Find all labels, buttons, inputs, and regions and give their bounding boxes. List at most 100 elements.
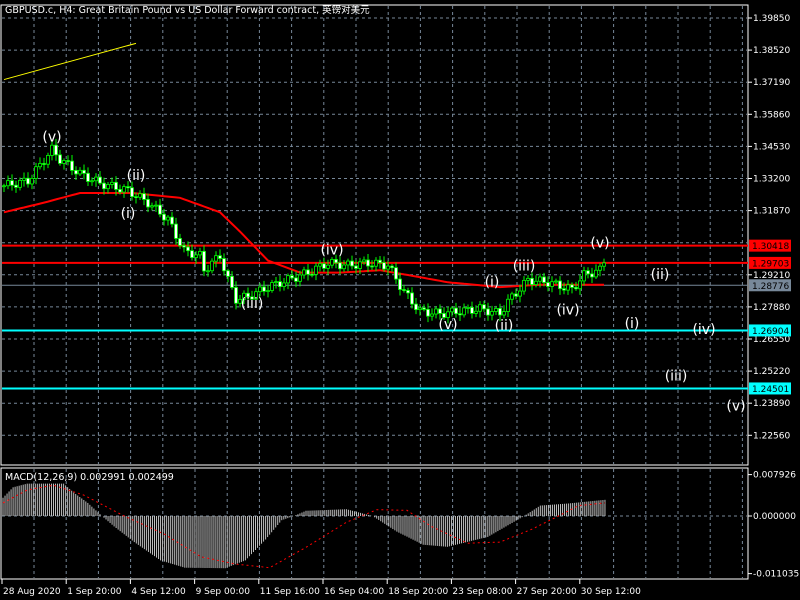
candle-body <box>114 181 118 190</box>
candle-body <box>482 304 486 310</box>
price-label: 1.25220 <box>753 367 790 377</box>
candle-body <box>342 264 346 270</box>
candle-body <box>86 172 90 182</box>
candle-body <box>78 169 82 175</box>
candle-body <box>526 277 530 281</box>
candle-body <box>530 277 534 285</box>
candle-body <box>454 307 458 315</box>
candle-body <box>402 289 406 291</box>
candle-body <box>522 279 526 292</box>
candle-body <box>54 144 58 156</box>
candle-body <box>382 262 386 270</box>
candle-body <box>390 265 394 269</box>
candle-body <box>398 278 402 290</box>
candle-body <box>222 258 226 272</box>
candle-body <box>262 286 266 292</box>
candle-body <box>210 260 214 272</box>
candle-body <box>386 265 390 270</box>
time-label: 28 Aug 2020 <box>3 587 61 597</box>
macd-axis-label: 0.000000 <box>753 512 796 522</box>
wave-label: (v) <box>42 129 61 145</box>
candle-body <box>346 260 350 266</box>
candle-body <box>310 273 314 276</box>
candle-body <box>290 275 294 279</box>
price-label: 1.34530 <box>753 142 790 152</box>
candle-body <box>458 313 462 316</box>
candle-body <box>94 176 98 182</box>
level-tag-label: 1.26904 <box>752 327 789 337</box>
candle-body <box>586 270 590 275</box>
candle-body <box>230 275 234 288</box>
candle-body <box>490 311 494 316</box>
candle-body <box>394 267 398 280</box>
wave-label: (i) <box>121 206 136 222</box>
candle-body <box>234 287 238 304</box>
candle-body <box>142 193 146 200</box>
time-label: 18 Sep 20:00 <box>388 587 448 597</box>
candle-body <box>70 160 74 171</box>
candle-body <box>306 269 310 275</box>
candle-body <box>26 177 30 185</box>
candle-body <box>434 308 438 315</box>
price-label: 1.27880 <box>753 303 790 313</box>
candle-body <box>298 274 302 282</box>
price-label: 1.22560 <box>753 431 790 441</box>
candle-body <box>30 177 34 185</box>
candle-body <box>42 163 46 165</box>
candle-body <box>378 259 382 264</box>
candle-body <box>338 262 342 270</box>
candle-body <box>162 213 166 221</box>
time-label: 23 Sep 08:00 <box>452 587 512 597</box>
candle-body <box>602 262 606 267</box>
candle-body <box>538 276 542 282</box>
candle-body <box>58 154 62 164</box>
candle-body <box>362 259 366 263</box>
candle-body <box>266 290 270 292</box>
chart-title: GBPUSD.c, H4: Great Britain Pound vs US … <box>5 4 370 16</box>
candle-body <box>286 275 290 284</box>
candle-body <box>514 293 518 297</box>
candle-body <box>534 280 538 285</box>
candle-body <box>350 260 354 267</box>
wave-label: (v) <box>726 398 745 414</box>
candle-body <box>370 265 374 268</box>
candle-body <box>470 307 474 314</box>
candle-body <box>62 160 66 164</box>
macd-axis-label: -0.011035 <box>753 570 799 580</box>
candle-body <box>570 284 574 288</box>
price-label: 1.35860 <box>753 110 790 120</box>
price-label: 1.39850 <box>753 14 790 24</box>
price-label: 1.38520 <box>753 46 790 56</box>
candle-body <box>414 303 418 311</box>
candle-body <box>174 223 178 239</box>
candle-body <box>334 259 338 264</box>
candle-body <box>126 186 130 189</box>
candle-body <box>170 216 174 225</box>
candle-body <box>106 184 110 190</box>
wave-label: (iii) <box>513 259 536 275</box>
candle-body <box>18 179 22 188</box>
candle-body <box>554 280 558 283</box>
level-tag-label: 1.29703 <box>752 259 789 269</box>
candle-body <box>574 287 578 290</box>
candle-body <box>426 308 430 317</box>
trading-chart[interactable]: (v) (ii) (i) (iii) (iv) (v) (ii) (i) (iii) (iv) (v… <box>0 0 800 600</box>
candle-body <box>322 263 326 269</box>
candle-body <box>138 193 142 198</box>
wave-label: (ii) <box>495 318 514 334</box>
time-label: 9 Sep 00:00 <box>196 587 251 597</box>
candle-body <box>558 280 562 290</box>
candle-body <box>2 185 6 188</box>
candle-body <box>542 276 546 283</box>
macd-axis-label: 0.007926 <box>753 471 796 481</box>
level-tag-label: 1.28776 <box>752 282 789 292</box>
candle-body <box>478 304 482 312</box>
price-label: 1.31870 <box>753 207 790 217</box>
candle-body <box>206 270 210 273</box>
candle-body <box>46 155 50 165</box>
candle-body <box>450 307 454 313</box>
candle-body <box>518 290 522 297</box>
candle-body <box>406 290 410 294</box>
candle-body <box>546 282 550 287</box>
candle-body <box>354 265 358 269</box>
